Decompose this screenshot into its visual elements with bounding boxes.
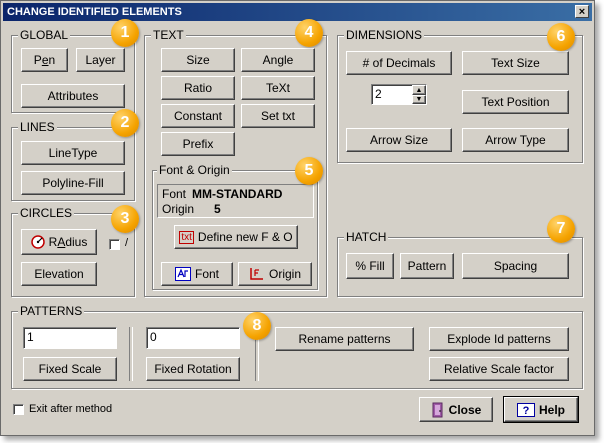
font-origin-title: Font & Origin (157, 163, 232, 177)
circles-title: CIRCLES (18, 206, 75, 220)
attributes-button[interactable]: Attributes (21, 84, 125, 108)
callout-badge-8: 8 (243, 312, 271, 340)
close-button[interactable]: Close (419, 397, 493, 422)
callout-badge-6: 6 (547, 23, 575, 51)
relative-scale-factor-button[interactable]: Relative Scale factor (429, 357, 569, 381)
text-ratio-button[interactable]: Ratio (161, 76, 235, 100)
pen-button[interactable]: Pen (21, 48, 68, 72)
lines-title: LINES (18, 120, 57, 134)
patterns-title: PATTERNS (18, 304, 85, 318)
linetype-button[interactable]: LineType (21, 141, 125, 165)
font-icon (174, 267, 191, 281)
set-txt-button[interactable]: Set txt (241, 104, 315, 128)
polyline-fill-button[interactable]: Polyline-Fill (21, 171, 125, 195)
define-label: Define new F & O (197, 230, 293, 244)
spacing-button[interactable]: Spacing (462, 253, 569, 279)
exit-after-method-label: Exit after method (29, 403, 113, 415)
radius-button[interactable]: R Adius (21, 229, 97, 255)
pen-label-end: n (48, 53, 56, 67)
close-button-label: Close (448, 402, 482, 417)
pen-label-hotkey: e (41, 53, 49, 67)
radius-label-hotkey: A (57, 235, 66, 249)
font-value: MM-STANDARD (192, 187, 283, 201)
text-text-button[interactable]: TeXt (241, 76, 315, 100)
global-title: GLOBAL (18, 28, 71, 42)
text-constant-button[interactable]: Constant (161, 104, 235, 128)
spinner-up-icon[interactable]: ▲ (412, 85, 426, 95)
callout-badge-1: 1 (111, 19, 139, 47)
define-new-font-origin-button[interactable]: txt Define new F & O (174, 225, 298, 249)
callout-badge-2: 2 (111, 109, 139, 137)
change-identified-elements-dialog: CHANGE IDENTIFIED ELEMENTS × GLOBAL Pen … (0, 0, 595, 436)
callout-badge-3: 3 (111, 205, 139, 233)
title-bar: CHANGE IDENTIFIED ELEMENTS × (3, 3, 592, 21)
radius-label-end: dius (65, 235, 88, 249)
circle-radius-icon (30, 235, 45, 249)
fixed-rotation-input[interactable]: 0 (146, 327, 240, 349)
close-window-icon[interactable]: × (575, 5, 589, 18)
hatch-title: HATCH (344, 230, 389, 244)
text-angle-button[interactable]: Angle (241, 48, 315, 72)
window-title: CHANGE IDENTIFIED ELEMENTS (7, 6, 182, 18)
text-size-button[interactable]: Size (161, 48, 235, 72)
help-button[interactable]: ? Help (503, 396, 579, 423)
callout-badge-7: 7 (547, 215, 575, 243)
dim-text-size-button[interactable]: Text Size (462, 51, 569, 75)
font-button-label: Font (194, 267, 219, 281)
spinner-down-icon[interactable]: ▼ (412, 95, 426, 104)
dimensions-title: DIMENSIONS (344, 28, 425, 42)
door-icon (432, 402, 443, 417)
pen-label-start: P (33, 53, 42, 67)
svg-text:?: ? (523, 405, 530, 417)
callout-badge-4: 4 (295, 19, 323, 47)
fixed-scale-button[interactable]: Fixed Scale (23, 357, 117, 381)
layer-button[interactable]: Layer (76, 48, 125, 72)
exit-after-method-checkbox[interactable] (13, 404, 24, 415)
origin-icon (250, 268, 263, 280)
fixed-scale-input[interactable]: 1 (23, 327, 117, 349)
circles-checkbox[interactable] (109, 239, 120, 250)
text-title: TEXT (151, 28, 186, 42)
origin-label: Origin (162, 202, 195, 216)
elevation-button[interactable]: Elevation (21, 262, 97, 286)
origin-value: 5 (214, 202, 221, 216)
fill-percent-button[interactable]: % Fill (346, 253, 394, 279)
help-button-label: Help (538, 402, 565, 417)
text-position-button[interactable]: Text Position (462, 90, 569, 114)
fixed-rotation-button[interactable]: Fixed Rotation (146, 357, 240, 381)
circles-checkbox-label: / (125, 237, 129, 249)
patterns-separator-left (129, 327, 133, 381)
pattern-button[interactable]: Pattern (400, 253, 454, 279)
origin-button[interactable]: Origin (238, 262, 312, 286)
text-prefix-button[interactable]: Prefix (161, 132, 235, 156)
font-button[interactable]: Font (161, 262, 233, 286)
txt-icon: txt (179, 230, 194, 244)
origin-button-label: Origin (268, 267, 301, 281)
rename-patterns-button[interactable]: Rename patterns (275, 327, 414, 351)
explode-id-patterns-button[interactable]: Explode Id patterns (429, 327, 569, 351)
help-question-icon: ? (516, 402, 535, 417)
arrow-type-button[interactable]: Arrow Type (462, 128, 569, 152)
callout-badge-5: 5 (295, 157, 323, 185)
arrow-size-button[interactable]: Arrow Size (346, 128, 452, 152)
decimals-button[interactable]: # of Decimals (346, 51, 452, 75)
radius-label-start: R (48, 235, 58, 249)
font-label: Font (162, 187, 187, 201)
